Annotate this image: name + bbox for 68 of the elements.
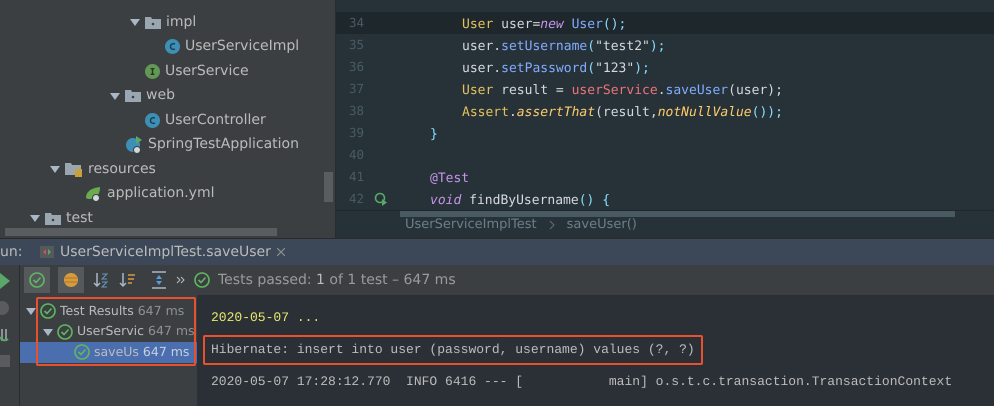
expand-caret-icon[interactable] xyxy=(50,164,60,174)
console-line: 2020-05-07 17:28:12.770 INFO 6416 --- [ main] o.s.t.c.transaction.TransactionContext xyxy=(211,373,952,391)
passed-check-icon xyxy=(194,272,210,288)
horizontal-scrollbar[interactable] xyxy=(5,228,277,236)
more-chevron-icon[interactable] xyxy=(176,276,186,284)
run-test-icon[interactable] xyxy=(374,192,388,206)
console-line: Hibernate: insert into user (password, username) values (?, ?) xyxy=(211,341,695,359)
show-ignored-toggle[interactable] xyxy=(58,267,84,293)
code-line: user.setPassword("123"); xyxy=(462,61,650,76)
expand-all-icon[interactable] xyxy=(150,271,168,289)
class-icon xyxy=(165,39,180,54)
breadcrumb-item[interactable]: saveUser() xyxy=(566,214,637,234)
passed-check-icon xyxy=(57,324,73,340)
test-result-row[interactable]: UserServic 647 ms xyxy=(20,322,197,342)
passed-check-icon xyxy=(74,344,90,360)
horizontal-scrollbar[interactable] xyxy=(400,211,955,217)
tree-item-label[interactable]: resources xyxy=(88,158,156,180)
check-icon xyxy=(29,272,45,288)
passed-check-icon xyxy=(40,303,56,320)
sort-by-duration-icon[interactable] xyxy=(118,271,136,289)
tree-item-label[interactable]: web xyxy=(146,85,175,106)
code-line: Assert.assertThat(result,notNullValue()); xyxy=(462,105,783,120)
code-line: } xyxy=(430,127,438,142)
test-result-row[interactable]: Test Results 647 ms xyxy=(20,301,197,322)
show-passed-toggle[interactable] xyxy=(24,267,50,293)
sort-alphabetically-icon[interactable] xyxy=(92,271,110,289)
expand-caret-icon[interactable] xyxy=(26,306,36,316)
run-panel-label: un: xyxy=(0,242,24,262)
test-duration: 647 ms xyxy=(148,322,195,340)
tree-item-label[interactable]: application.yml xyxy=(107,183,214,204)
test-result-row[interactable]: saveUs 647 ms xyxy=(20,342,197,362)
test-name: saveUs xyxy=(94,342,139,361)
run-icon[interactable] xyxy=(0,273,10,289)
tree-item-label[interactable]: UserService xyxy=(165,60,249,82)
class-icon xyxy=(145,112,160,128)
code-line: User result = userService.saveUser(user); xyxy=(462,83,783,98)
test-name: Test Results xyxy=(60,302,134,320)
tree-item-label[interactable]: UserController xyxy=(165,110,266,131)
code-line: User user=new User(); xyxy=(462,17,626,32)
folder-icon xyxy=(45,212,61,225)
console-line: 2020-05-07 ... xyxy=(211,309,320,327)
ignored-icon xyxy=(63,272,79,288)
expand-caret-icon[interactable] xyxy=(43,326,53,337)
folder-icon xyxy=(125,89,141,102)
chevron-right-icon xyxy=(548,220,555,230)
tree-item-label[interactable]: UserServiceImpl xyxy=(185,36,300,58)
vertical-scrollbar[interactable] xyxy=(324,172,333,202)
expand-caret-icon[interactable] xyxy=(130,17,140,28)
spring-app-icon xyxy=(125,136,143,154)
tests-status-text: Tests passed: 1 of 1 test – 647 ms xyxy=(218,270,456,290)
test-config-icon xyxy=(40,246,54,258)
spring-config-icon xyxy=(85,186,102,202)
tree-item-label[interactable]: SpringTestApplication xyxy=(148,134,299,156)
code-line: void findByUsername() { xyxy=(430,193,610,208)
test-duration: 647 ms xyxy=(142,342,190,361)
test-duration: 647 ms xyxy=(138,302,184,320)
resources-folder-icon xyxy=(65,162,83,177)
expand-caret-icon[interactable] xyxy=(110,90,120,101)
folder-icon xyxy=(145,16,161,29)
code-line: @Test xyxy=(430,171,470,186)
breadcrumb-item[interactable]: UserServiceImplTest xyxy=(405,214,537,234)
close-icon[interactable] xyxy=(276,248,285,256)
tree-item-label[interactable]: impl xyxy=(166,12,196,33)
test-name: UserServic xyxy=(77,322,144,340)
code-line: user.setUsername("test2"); xyxy=(462,39,666,54)
tree-item-label[interactable]: test xyxy=(66,208,93,229)
expand-caret-icon[interactable] xyxy=(30,213,40,224)
interface-icon xyxy=(145,64,160,79)
